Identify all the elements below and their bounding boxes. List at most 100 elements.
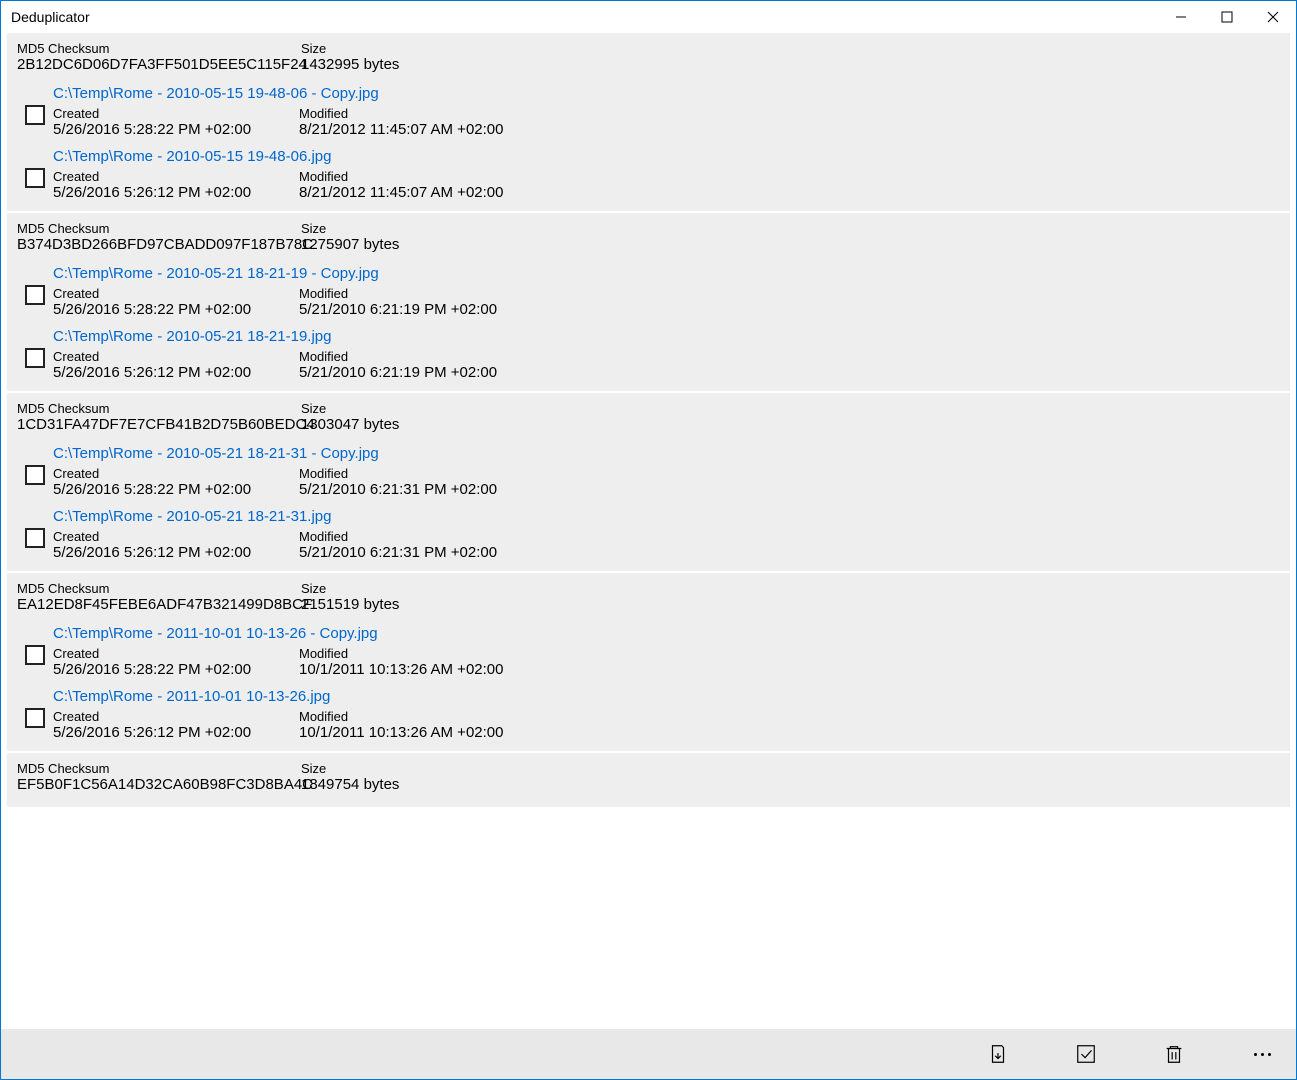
modified-label: Modified [299,349,1280,364]
file-path-link[interactable]: C:\Temp\Rome - 2011-10-01 10-13-26 - Cop… [53,625,1280,642]
close-icon [1267,11,1279,23]
created-label: Created [53,349,287,364]
modified-label: Modified [299,286,1280,301]
minimize-button[interactable] [1158,1,1204,33]
more-button[interactable] [1238,1030,1286,1078]
modified-value: 5/21/2010 6:21:19 PM +02:00 [299,301,1280,318]
file-path-link[interactable]: C:\Temp\Rome - 2011-10-01 10-13-26.jpg [53,688,1280,705]
window-controls [1158,1,1296,33]
duplicate-group: MD5 Checksum1CD31FA47DF7E7CFB41B2D75B60B… [7,393,1290,571]
created-label: Created [53,106,287,121]
file-path-link[interactable]: C:\Temp\Rome - 2010-05-21 18-21-19.jpg [53,328,1280,345]
md5-value: EF5B0F1C56A14D32CA60B98FC3D8BA4C [17,776,289,793]
file-path-link[interactable]: C:\Temp\Rome - 2010-05-21 18-21-31 - Cop… [53,445,1280,462]
maximize-button[interactable] [1204,1,1250,33]
created-value: 5/26/2016 5:28:22 PM +02:00 [53,301,287,318]
duplicate-group: MD5 ChecksumEF5B0F1C56A14D32CA60B98FC3D8… [7,753,1290,807]
modified-value: 5/21/2010 6:21:31 PM +02:00 [299,481,1280,498]
ellipsis-icon [1254,1053,1271,1056]
window-title: Deduplicator [11,9,90,25]
app-window: Deduplicator MD5 Checksum2B12DC6D06D7FA3… [0,0,1297,1080]
trash-icon [1163,1043,1185,1065]
size-value: 1849754 bytes [301,776,1280,793]
modified-label: Modified [299,646,1280,661]
modified-label: Modified [299,466,1280,481]
group-header: MD5 ChecksumEA12ED8F45FEBE6ADF47B321499D… [17,581,1280,613]
created-value: 5/26/2016 5:26:12 PM +02:00 [53,364,287,381]
md5-value: B374D3BD266BFD97CBADD097F187B78C [17,236,289,253]
size-label: Size [301,221,1280,236]
delete-button[interactable] [1150,1030,1198,1078]
duplicate-group: MD5 ChecksumB374D3BD266BFD97CBADD097F187… [7,213,1290,391]
file-checkbox[interactable] [25,285,45,305]
file-checkbox[interactable] [25,528,45,548]
modified-value: 10/1/2011 10:13:26 AM +02:00 [299,724,1280,741]
created-value: 5/26/2016 5:28:22 PM +02:00 [53,661,287,678]
size-value: 2151519 bytes [301,596,1280,613]
select-all-button[interactable] [1062,1030,1110,1078]
md5-label: MD5 Checksum [17,581,289,596]
file-path-link[interactable]: C:\Temp\Rome - 2010-05-21 18-21-19 - Cop… [53,265,1280,282]
file-checkbox[interactable] [25,708,45,728]
file-checkbox[interactable] [25,105,45,125]
titlebar: Deduplicator [1,1,1296,33]
file-path-link[interactable]: C:\Temp\Rome - 2010-05-21 18-21-31.jpg [53,508,1280,525]
file-row: C:\Temp\Rome - 2010-05-15 19-48-06 - Cop… [17,79,1280,142]
created-label: Created [53,169,287,184]
maximize-icon [1221,11,1233,23]
file-row: C:\Temp\Rome - 2011-10-01 10-13-26.jpgCr… [17,682,1280,745]
command-bar [1,1029,1296,1079]
created-label: Created [53,286,287,301]
close-button[interactable] [1250,1,1296,33]
size-label: Size [301,761,1280,776]
size-value: 1303047 bytes [301,416,1280,433]
created-label: Created [53,646,287,661]
minimize-icon [1175,11,1187,23]
size-value: 1275907 bytes [301,236,1280,253]
file-row: C:\Temp\Rome - 2010-05-21 18-21-31 - Cop… [17,439,1280,502]
created-value: 5/26/2016 5:28:22 PM +02:00 [53,121,287,138]
modified-value: 10/1/2011 10:13:26 AM +02:00 [299,661,1280,678]
size-label: Size [301,401,1280,416]
group-header: MD5 Checksum2B12DC6D06D7FA3FF501D5EE5C11… [17,41,1280,73]
md5-label: MD5 Checksum [17,41,289,56]
file-path-link[interactable]: C:\Temp\Rome - 2010-05-15 19-48-06.jpg [53,148,1280,165]
file-checkbox[interactable] [25,168,45,188]
md5-value: 2B12DC6D06D7FA3FF501D5EE5C115F24 [17,56,289,73]
file-row: C:\Temp\Rome - 2010-05-21 18-21-31.jpg Cr… [17,502,1280,565]
rescan-button[interactable] [974,1030,1022,1078]
modified-value: 8/21/2012 11:45:07 AM +02:00 [299,184,1280,201]
size-label: Size [301,41,1280,56]
modified-label: Modified [299,169,1280,184]
created-value: 5/26/2016 5:26:12 PM +02:00 [53,184,287,201]
created-value: 5/26/2016 5:26:12 PM +02:00 [53,724,287,741]
modified-value: 5/21/2010 6:21:19 PM +02:00 [299,364,1280,381]
file-row: C:\Temp\Rome - 2011-10-01 10-13-26 - Cop… [17,619,1280,682]
file-checkbox[interactable] [25,348,45,368]
checkbox-checked-icon [1075,1043,1097,1065]
file-path-link[interactable]: C:\Temp\Rome - 2010-05-15 19-48-06 - Cop… [53,85,1280,102]
file-row: C:\Temp\Rome - 2010-05-15 19-48-06.jpg Cr… [17,142,1280,205]
created-value: 5/26/2016 5:26:12 PM +02:00 [53,544,287,561]
group-header: MD5 ChecksumEF5B0F1C56A14D32CA60B98FC3D8… [17,761,1280,793]
md5-label: MD5 Checksum [17,221,289,236]
duplicate-group: MD5 Checksum2B12DC6D06D7FA3FF501D5EE5C11… [7,33,1290,211]
md5-label: MD5 Checksum [17,401,289,416]
file-checkbox[interactable] [25,645,45,665]
modified-label: Modified [299,709,1280,724]
file-row: C:\Temp\Rome - 2010-05-21 18-21-19.jpg Cr… [17,322,1280,385]
modified-label: Modified [299,529,1280,544]
size-label: Size [301,581,1280,596]
modified-value: 8/21/2012 11:45:07 AM +02:00 [299,121,1280,138]
group-header: MD5 Checksum1CD31FA47DF7E7CFB41B2D75B60B… [17,401,1280,433]
size-value: 1432995 bytes [301,56,1280,73]
created-label: Created [53,466,287,481]
created-label: Created [53,529,287,544]
md5-label: MD5 Checksum [17,761,289,776]
modified-label: Modified [299,106,1280,121]
file-checkbox[interactable] [25,465,45,485]
modified-value: 5/21/2010 6:21:31 PM +02:00 [299,544,1280,561]
md5-value: 1CD31FA47DF7E7CFB41B2D75B60BEDC4 [17,416,289,433]
duplicate-groups-list[interactable]: MD5 Checksum2B12DC6D06D7FA3FF501D5EE5C11… [1,33,1296,1029]
created-value: 5/26/2016 5:28:22 PM +02:00 [53,481,287,498]
